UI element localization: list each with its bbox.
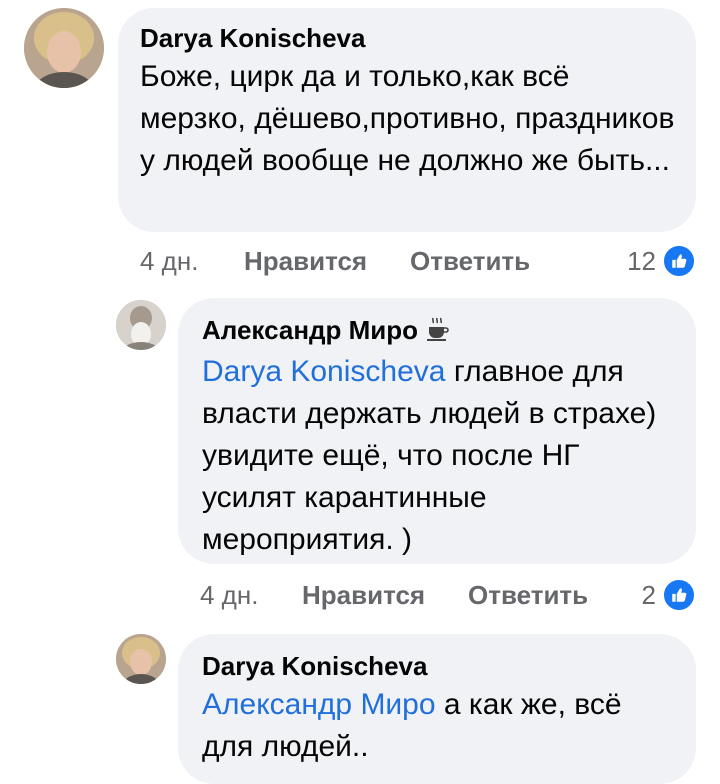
comment-actions: 4 дн. Нравится Ответить 12: [140, 244, 696, 278]
reaction-summary[interactable]: 2: [642, 578, 696, 612]
avatar-image: [116, 634, 166, 684]
comment-text: Александр Миро а как же, всё для людей..: [202, 684, 678, 768]
reaction-count: 12: [627, 246, 656, 276]
mention-link[interactable]: Darya Konischeva: [202, 355, 445, 388]
comment-bubble: Darya Konischeva Боже, цирк да и только,…: [118, 8, 696, 232]
comment-1: Darya Konischeva Боже, цирк да и только,…: [0, 0, 720, 290]
comment-bubble: Александр Миро Darya Konischeva главное …: [178, 298, 696, 564]
avatar-image: [24, 8, 104, 88]
comment-author[interactable]: Darya Konischeva: [202, 650, 678, 682]
reaction-summary[interactable]: 12: [627, 244, 696, 278]
avatar-aleksandr[interactable]: [116, 300, 166, 350]
like-button[interactable]: Нравится: [244, 244, 367, 278]
comment-3: Darya Konischeva Александр Миро а как же…: [0, 620, 720, 784]
reaction-count: 2: [641, 580, 656, 610]
comment-timestamp[interactable]: 4 дн.: [200, 578, 258, 612]
thumbs-up-icon: [662, 244, 696, 278]
avatar-image: [116, 300, 166, 350]
avatar-darya[interactable]: [116, 634, 166, 684]
comment-timestamp[interactable]: 4 дн.: [140, 244, 198, 278]
comment-bubble: Darya Konischeva Александр Миро а как же…: [178, 634, 696, 784]
comment-author[interactable]: Александр Миро: [202, 314, 678, 349]
author-name: Александр Миро: [202, 315, 419, 345]
comment-author[interactable]: Darya Konischeva: [140, 22, 678, 54]
avatar-darya[interactable]: [24, 8, 104, 88]
mention-link[interactable]: Александр Миро: [202, 688, 436, 721]
comment-text: Боже, цирк да и только,как всё мерзко, д…: [140, 60, 675, 177]
like-button[interactable]: Нравится: [302, 578, 425, 612]
thumbs-up-icon: [662, 578, 696, 612]
comment-2: Александр Миро Darya Konischeva главное …: [0, 290, 720, 620]
coffee-cup-icon: [424, 316, 450, 349]
reply-button[interactable]: Ответить: [468, 578, 588, 612]
reply-button[interactable]: Ответить: [410, 244, 530, 278]
comment-actions: 4 дн. Нравится Ответить 2: [200, 578, 696, 612]
comment-text: Darya Konischeva главное для власти держ…: [202, 351, 678, 561]
